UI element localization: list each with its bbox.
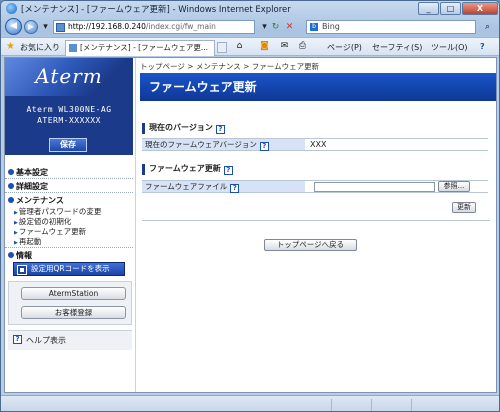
- page-icon: [69, 44, 77, 52]
- save-button[interactable]: 保存: [49, 138, 87, 152]
- address-bar[interactable]: http://192.168.0.240/index.cgi/fw_main: [53, 20, 255, 34]
- firmware-file-label: ファームウェアファイル?: [142, 181, 305, 193]
- minimize-button[interactable]: _: [418, 2, 439, 15]
- sidebar: Aterm Aterm WL300NE-AG ATERM-XXXXXX 保存 基…: [5, 58, 133, 392]
- dropdown-icon[interactable]: ▾: [39, 21, 52, 33]
- feeds-icon[interactable]: ◙: [259, 41, 270, 52]
- close-button[interactable]: X: [462, 2, 498, 15]
- customer-registration-button[interactable]: お客様登録: [21, 306, 126, 319]
- window-title: [メンテナンス] - [ファームウェア更新] - Windows Interne…: [21, 5, 291, 15]
- forward-icon[interactable]: ▶: [24, 20, 38, 34]
- bullet-icon: [8, 197, 14, 203]
- update-button[interactable]: 更新: [452, 202, 476, 213]
- sidebar-item-advanced[interactable]: 詳細設定: [8, 181, 48, 192]
- mail-icon[interactable]: ✉: [279, 41, 290, 52]
- bullet-icon: [8, 183, 14, 189]
- maximize-button[interactable]: □: [440, 2, 461, 15]
- address-path: /index.cgi/fw_main: [145, 22, 216, 31]
- help-display-link[interactable]: ヘルプ表示: [26, 335, 66, 346]
- status-bar: [1, 395, 499, 411]
- page-viewport: Aterm Aterm WL300NE-AG ATERM-XXXXXX 保存 基…: [4, 57, 497, 393]
- help-icon[interactable]: ?: [223, 166, 233, 175]
- help-icon[interactable]: ?: [13, 335, 22, 344]
- arrow-icon: ▶: [14, 240, 18, 246]
- title-bar: [メンテナンス] - [ファームウェア更新] - Windows Interne…: [1, 1, 499, 17]
- section-title-firmware-update: ファームウェア更新?: [142, 164, 233, 175]
- sidebar-item-info[interactable]: 情報: [8, 250, 32, 261]
- page-menu[interactable]: ページ(P): [327, 42, 362, 53]
- refresh-icon[interactable]: ↻: [269, 21, 282, 33]
- browse-button[interactable]: 参照...: [438, 181, 470, 192]
- firmware-file-input[interactable]: [314, 182, 435, 192]
- back-to-top-button[interactable]: トップページへ戻る: [264, 239, 357, 251]
- current-version-row: 現在のファームウェアバージョン? XXX: [142, 138, 488, 151]
- tools-menu[interactable]: ツール(O): [431, 42, 468, 53]
- address-host: http://192.168.0.240: [68, 22, 146, 31]
- section-title-current-version: 現在のバージョン?: [142, 123, 225, 134]
- tab-current[interactable]: [メンテナンス] - [ファームウェア更...: [65, 40, 215, 56]
- qr-code-button[interactable]: 設定用QRコードを表示: [13, 262, 125, 276]
- new-tab-button[interactable]: [217, 42, 227, 53]
- sidebar-item-basic[interactable]: 基本設定: [8, 167, 48, 178]
- back-icon[interactable]: ◀: [5, 18, 22, 35]
- favorites-bar: ★ お気に入り [メンテナンス] - [ファームウェア更... ⌂ ◙ ✉ ⎙ …: [1, 37, 499, 56]
- page-title: ファームウェア更新: [140, 73, 496, 101]
- address-row: ◀ ▶ ▾ http://192.168.0.240/index.cgi/fw_…: [1, 17, 499, 36]
- star-icon[interactable]: ★: [6, 41, 15, 52]
- device-id: ATERM-XXXXXX: [37, 116, 101, 125]
- firmware-file-row: ファームウェアファイル? 参照...: [142, 180, 488, 193]
- stop-icon[interactable]: ✕: [283, 21, 296, 33]
- help-icon[interactable]: ?: [259, 142, 269, 151]
- bullet-icon: [8, 252, 14, 258]
- help-menu-icon[interactable]: ?: [480, 42, 485, 51]
- search-engine-label: Bing: [322, 22, 340, 31]
- current-version-label: 現在のファームウェアバージョン?: [142, 139, 305, 151]
- divider: [142, 220, 490, 221]
- help-icon[interactable]: ?: [215, 125, 225, 134]
- aterm-logo: Aterm: [35, 64, 103, 88]
- search-input[interactable]: b Bing: [306, 20, 476, 34]
- ie-icon: [6, 3, 17, 14]
- sidebar-item-maintenance[interactable]: メンテナンス: [8, 195, 64, 206]
- qr-icon: [17, 265, 27, 275]
- help-icon[interactable]: ?: [230, 184, 240, 193]
- search-icon[interactable]: ⌕: [479, 20, 496, 34]
- aterm-station-button[interactable]: AtermStation: [21, 287, 126, 300]
- breadcrumb[interactable]: トップページ > メンテナンス > ファームウェア更新: [140, 61, 319, 72]
- page-icon: [56, 23, 65, 32]
- bing-icon: b: [310, 23, 318, 31]
- browser-window: [メンテナンス] - [ファームウェア更新] - Windows Interne…: [0, 0, 500, 412]
- model-name: Aterm WL300NE-AG: [26, 105, 112, 114]
- tab-title: [メンテナンス] - [ファームウェア更...: [80, 43, 209, 52]
- favorites-button[interactable]: お気に入り: [20, 42, 60, 53]
- home-icon[interactable]: ⌂: [234, 41, 245, 52]
- window-controls: _ □ X: [417, 2, 498, 15]
- column-divider: [135, 58, 136, 392]
- safety-menu[interactable]: セーフティ(S): [372, 42, 422, 53]
- bullet-icon: [8, 169, 14, 175]
- print-icon[interactable]: ⎙: [297, 41, 308, 52]
- logo-panel: Aterm Aterm WL300NE-AG ATERM-XXXXXX 保存: [5, 58, 133, 155]
- current-version-value: XXX: [310, 140, 327, 149]
- main-content: トップページ > メンテナンス > ファームウェア更新 ファームウェア更新 現在…: [137, 58, 496, 392]
- sidebar-item-reboot[interactable]: ▶再起動: [14, 236, 41, 247]
- qr-code-button-label: 設定用QRコードを表示: [31, 264, 110, 273]
